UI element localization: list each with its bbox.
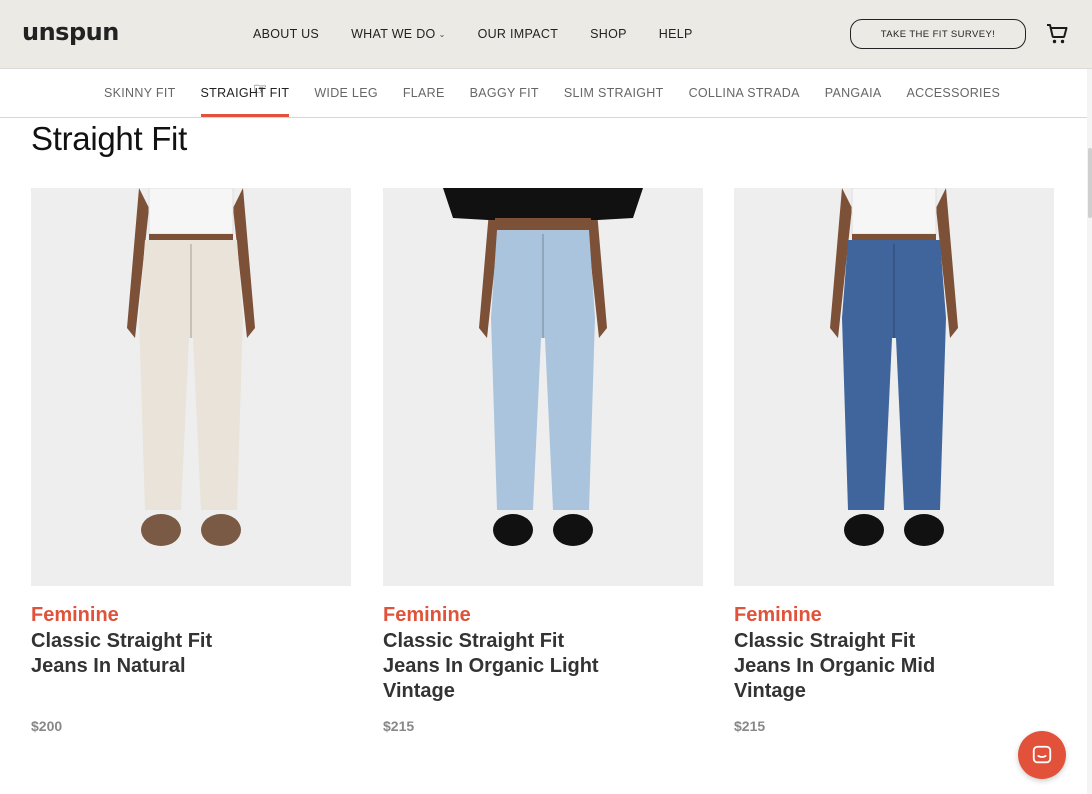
nav-about-us-label: ABOUT US [253, 27, 320, 41]
product-name[interactable]: Classic Straight Fit Jeans In Organic Li… [383, 629, 613, 704]
model-torso [495, 218, 591, 232]
product-image[interactable] [383, 188, 703, 586]
model-left-shoe [844, 514, 884, 546]
tab-baggy-fit[interactable]: BAGGY FIT [470, 86, 539, 117]
model-top [443, 188, 643, 220]
model-photo-illustration [830, 188, 958, 546]
fit-survey-button[interactable]: TAKE THE FIT SURVEY! [850, 19, 1026, 49]
nav-help-label: HELP [658, 27, 693, 41]
tab-accessories[interactable]: ACCESSORIES [907, 86, 1001, 117]
nav-shop[interactable]: SHOP [590, 27, 627, 41]
model-right-shoe [904, 514, 944, 546]
brand-logo[interactable]: unspun [22, 18, 119, 46]
model-top [851, 188, 937, 235]
scrollbar-thumb[interactable] [1088, 148, 1092, 218]
tab-straight-fit[interactable]: STRAIGHT FIT [200, 86, 290, 117]
product-category: Feminine [383, 604, 471, 626]
model-photo-illustration [127, 188, 255, 546]
nav-about-us[interactable]: ABOUT US [253, 27, 319, 41]
category-subnav: SKINNY FIT STRAIGHT FIT WIDE LEG FLARE B… [0, 69, 1087, 118]
chat-bubble-icon [1032, 745, 1052, 764]
model-right-shoe [201, 514, 241, 546]
product-card[interactable]: Feminine Classic Straight Fit Jeans In O… [734, 188, 1054, 734]
tab-skinny-fit[interactable]: SKINNY FIT [104, 86, 176, 117]
nav-our-impact[interactable]: OUR IMPACT [478, 27, 559, 41]
product-price: $215 [383, 718, 415, 734]
chat-launcher-button[interactable] [1018, 731, 1066, 779]
product-price: $215 [734, 718, 766, 734]
product-name[interactable]: Classic Straight Fit Jeans In Natural [31, 629, 261, 679]
tab-pangaia[interactable]: PANGAIA [825, 86, 882, 117]
product-price: $200 [31, 718, 63, 734]
main-nav: ABOUT US WHAT WE DO ⌄ OUR IMPACT SHOP HEL… [253, 27, 693, 41]
product-category: Feminine [31, 604, 119, 626]
nav-help[interactable]: HELP [659, 27, 693, 41]
nav-shop-label: SHOP [590, 27, 627, 41]
product-card[interactable]: Feminine Classic Straight Fit Jeans In N… [31, 188, 351, 734]
nav-our-impact-label: OUR IMPACT [477, 27, 559, 41]
nav-what-we-do[interactable]: WHAT WE DO ⌄ [351, 27, 446, 41]
hand-pointer-cursor-icon: ☞ [253, 81, 268, 98]
product-category: Feminine [734, 604, 822, 626]
model-left-shoe [141, 514, 181, 546]
tab-collina-strada[interactable]: COLLINA STRADA [689, 86, 800, 117]
chevron-down-icon: ⌄ [438, 30, 446, 39]
tab-flare[interactable]: FLARE [403, 86, 445, 117]
product-card[interactable]: Feminine Classic Straight Fit Jeans In O… [383, 188, 703, 734]
model-photo-illustration [443, 188, 643, 546]
site-header: unspun ABOUT US WHAT WE DO ⌄ OUR IMPACT S… [0, 0, 1092, 69]
tab-slim-straight[interactable]: SLIM STRAIGHT [564, 86, 664, 117]
product-image[interactable] [734, 188, 1054, 586]
product-image[interactable] [31, 188, 351, 586]
page-title: Straight Fit [31, 120, 187, 157]
nav-what-we-do-label: WHAT WE DO [351, 27, 436, 41]
product-name[interactable]: Classic Straight Fit Jeans In Organic Mi… [734, 629, 964, 704]
model-top [148, 188, 234, 235]
model-right-shoe [553, 514, 593, 546]
tab-wide-leg[interactable]: WIDE LEG [314, 86, 378, 117]
shopping-cart-icon[interactable] [1045, 22, 1069, 46]
model-left-shoe [493, 514, 533, 546]
